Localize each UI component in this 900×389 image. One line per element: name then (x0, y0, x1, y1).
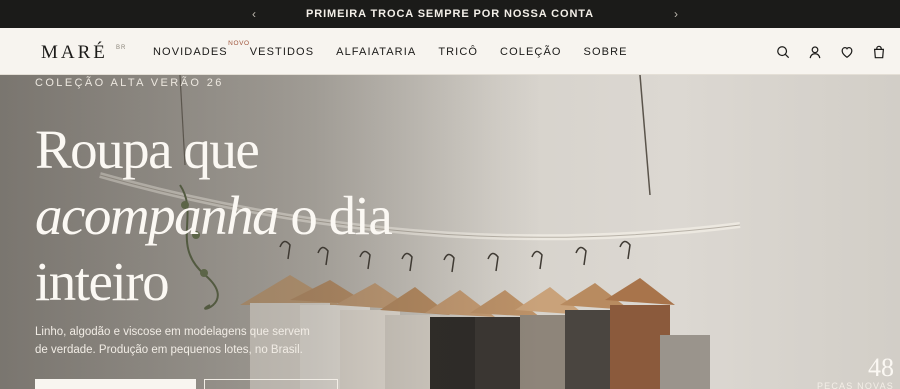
nav-item-novidades[interactable]: NOVIDADES NOVO (153, 40, 249, 58)
nav-item-sobre[interactable]: SOBRE (584, 46, 628, 58)
chevron-left-icon[interactable]: ‹ (244, 0, 264, 28)
search-icon[interactable] (776, 45, 790, 59)
nav-item-colecao[interactable]: COLEÇÃO (500, 46, 562, 58)
new-badge: NOVO (228, 39, 250, 47)
chevron-right-icon[interactable]: › (666, 0, 686, 28)
account-icon[interactable] (808, 45, 822, 59)
headline-line-3: inteiro (35, 251, 170, 312)
bag-icon[interactable] (872, 45, 886, 59)
collection-eyebrow: COLEÇÃO ALTA VERÃO 26 (35, 77, 224, 89)
announcement-bar: ‹ PRIMEIRA TROCA SEMPRE POR NOSSA CONTA … (0, 0, 900, 28)
shop-collection-button[interactable] (35, 379, 196, 389)
nav-item-vestidos[interactable]: VESTIDOS (250, 46, 314, 58)
secondary-cta-button[interactable] (204, 379, 338, 389)
hero-headline: Roupa que acompanha o dia inteiro (35, 117, 555, 315)
nav-label: NOVIDADES (153, 45, 228, 58)
site-header: MARÉ BR NOVIDADES NOVO VESTIDOS ALFAIATA… (0, 28, 900, 75)
wishlist-icon[interactable] (840, 45, 854, 59)
header-actions (758, 28, 886, 75)
nav-item-alfaiataria[interactable]: ALFAIATARIA (336, 46, 416, 58)
new-pieces-count: 48 (868, 353, 894, 382)
nav-item-trico[interactable]: TRICÔ (438, 46, 478, 58)
new-pieces-label: PEÇAS NOVAS (816, 381, 894, 389)
hero-banner: COLEÇÃO ALTA VERÃO 26 Roupa que acompanh… (0, 75, 900, 389)
brand-logo[interactable]: MARÉ (41, 42, 108, 64)
announcement-message: PRIMEIRA TROCA SEMPRE POR NOSSA CONTA (306, 8, 594, 20)
brand-logo-suffix: BR (116, 45, 127, 51)
headline-line-2-rest: o dia (278, 185, 392, 246)
headline-line-1: Roupa que (35, 119, 260, 180)
main-nav: NOVIDADES NOVO VESTIDOS ALFAIATARIA TRIC… (153, 28, 650, 75)
headline-line-2: acompanha o dia (35, 183, 555, 249)
headline-italic: acompanha (35, 185, 280, 246)
hero-description: Linho, algodão e viscose em modelagens q… (35, 326, 310, 356)
